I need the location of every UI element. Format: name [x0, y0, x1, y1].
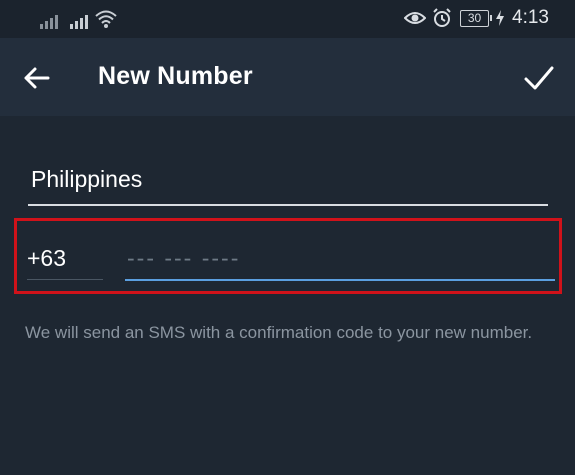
battery-icon: 30	[460, 9, 493, 27]
country-code-field[interactable]: +63	[27, 239, 103, 280]
checkmark-icon	[524, 66, 554, 90]
alarm-icon	[432, 8, 452, 28]
arrow-left-icon	[24, 67, 50, 89]
app-bar: New Number	[0, 38, 575, 116]
phone-screen: 30 4:13 New Number Philippines +63 --- -…	[0, 0, 575, 475]
phone-number-input[interactable]: --- --- ----	[125, 239, 555, 281]
phone-number-row: +63 --- --- ----	[14, 218, 562, 294]
signal-icon	[70, 11, 90, 29]
country-field[interactable]: Philippines	[28, 152, 548, 206]
wifi-icon	[95, 10, 117, 28]
done-button[interactable]	[522, 62, 556, 94]
signal-icon	[40, 11, 60, 29]
status-left	[40, 7, 118, 29]
sms-info-text: We will send an SMS with a confirmation …	[25, 323, 533, 342]
page-title: New Number	[98, 62, 253, 90]
clock: 4:13	[512, 7, 549, 28]
status-bar: 30 4:13	[0, 0, 575, 38]
charging-icon	[495, 10, 505, 26]
eye-icon	[404, 10, 427, 26]
back-button[interactable]	[22, 63, 52, 93]
status-right: 30 4:13	[398, 5, 549, 31]
